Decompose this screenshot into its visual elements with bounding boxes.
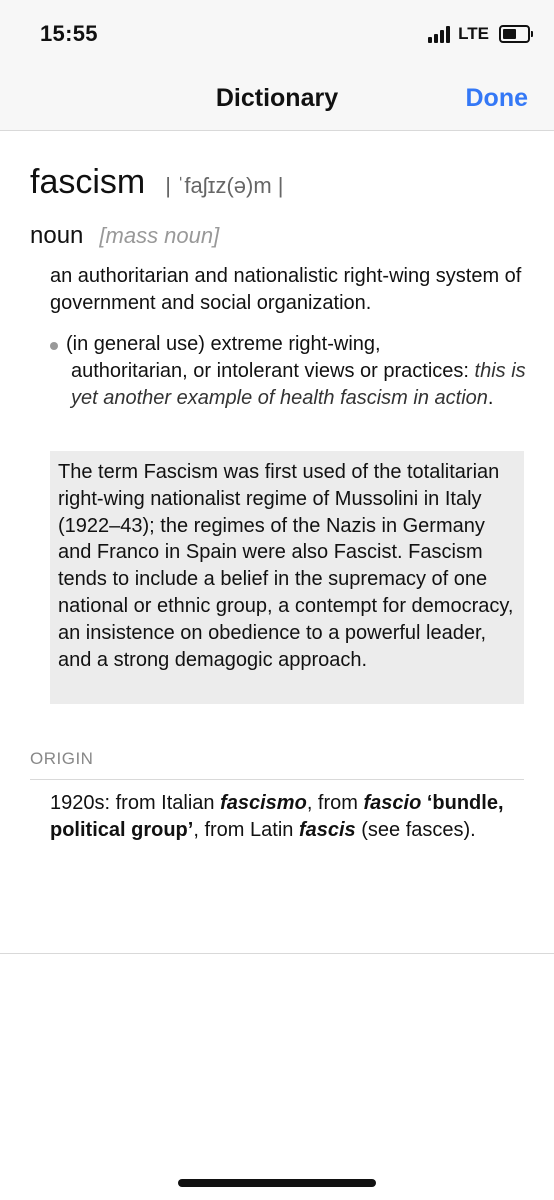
headword-row: fascism | ˈfaʃɪz(ə)m | <box>30 163 284 202</box>
battery-level <box>503 29 516 39</box>
origin-part: , from <box>306 792 364 814</box>
origin-part: (see fasces). <box>355 819 476 841</box>
status-indicators: LTE <box>428 22 533 46</box>
sense-2-line-2: authoritarian, or intolerant views or pr… <box>71 360 469 382</box>
battery-icon <box>499 25 533 43</box>
origin-heading: ORIGIN <box>30 749 94 768</box>
origin-part: 1920s: from Italian <box>50 792 221 814</box>
definition-sense-1: an authoritarian and nationalistic right… <box>50 265 522 314</box>
origin-word-fascio: fascio <box>363 792 422 814</box>
pronunciation: | ˈfaʃɪz(ə)m | <box>165 173 284 198</box>
bullet-icon <box>50 342 58 350</box>
origin-word-fascismo: fascismo <box>220 792 307 814</box>
origin-part: , from Latin <box>193 819 299 841</box>
usage-note-box: The term Fascism was first used of the t… <box>50 451 524 704</box>
origin-word-fascis: fascis <box>298 819 356 841</box>
cellular-signal-icon <box>428 25 451 43</box>
divider <box>0 953 554 954</box>
headword: fascism <box>30 163 146 201</box>
part-of-speech-row: noun [mass noun] <box>30 222 219 250</box>
sense-2-body: authoritarian, or intolerant views or pr… <box>66 358 531 412</box>
navigation-bar: 15:55 LTE Dictionary Done <box>0 0 554 131</box>
status-time: 15:55 <box>40 21 98 46</box>
usage-note: The term Fascism was first used of the t… <box>58 461 514 671</box>
divider <box>30 779 524 780</box>
network-type: LTE <box>458 24 489 43</box>
done-button[interactable]: Done <box>466 84 529 113</box>
part-of-speech: noun <box>30 222 84 249</box>
origin-text: 1920s: from Italian fascismo, from fasci… <box>50 790 520 844</box>
sense-2-line-1: (in general use) extreme right-wing, <box>66 333 381 355</box>
definition-sense-2: (in general use) extreme right-wing, aut… <box>66 331 531 412</box>
grammar-note: [mass noun] <box>99 223 220 248</box>
home-indicator[interactable] <box>178 1179 376 1187</box>
usage-example-end: . <box>487 387 494 409</box>
